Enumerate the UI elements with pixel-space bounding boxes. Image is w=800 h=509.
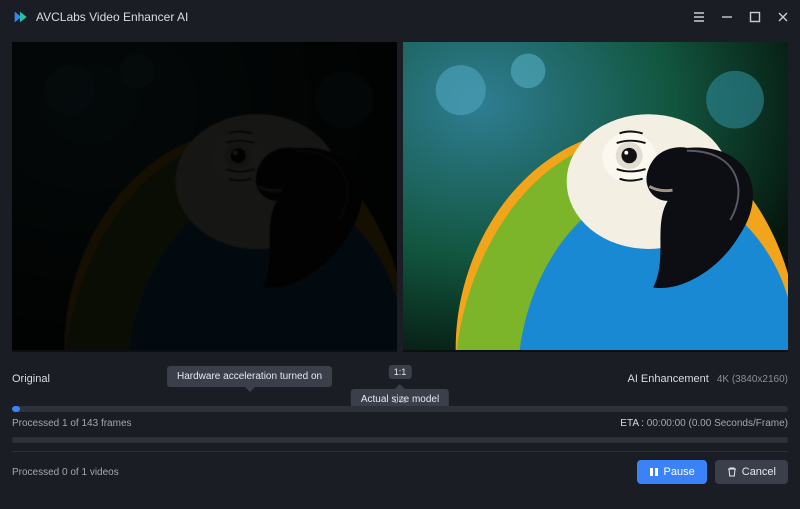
enhanced-image [403, 42, 788, 350]
cancel-button[interactable]: Cancel [715, 460, 788, 484]
maximize-icon[interactable] [748, 10, 762, 24]
frames-progress-bar [12, 406, 788, 412]
enhancement-label: AI Enhancement [627, 373, 708, 385]
hw-accel-tooltip: Hardware acceleration turned on [167, 366, 332, 387]
titlebar: AVCLabs Video Enhancer AI [0, 0, 800, 34]
ratio-badge[interactable]: 1:1 [389, 365, 412, 379]
close-icon[interactable] [776, 10, 790, 24]
action-buttons: Pause Cancel [637, 460, 788, 484]
videos-status: Processed 0 of 1 videos [12, 467, 119, 478]
preview-enhanced [403, 42, 788, 352]
eta: ETA : 00:00:00 (0.00 Seconds/Frame) [620, 418, 788, 429]
menu-icon[interactable] [692, 10, 706, 24]
original-label: Original [12, 373, 50, 385]
pause-button[interactable]: Pause [637, 460, 707, 484]
window-controls [692, 10, 790, 24]
preview-original [12, 42, 397, 352]
frames-status-row: Processed 1 of 143 frames ETA : 00:00:00… [12, 418, 788, 429]
labels-row: Original Hardware acceleration turned on… [12, 368, 788, 390]
preview-area [12, 42, 788, 352]
trash-icon [727, 467, 737, 477]
minimize-icon[interactable] [720, 10, 734, 24]
original-image [12, 42, 397, 350]
frames-status: Processed 1 of 143 frames [12, 418, 132, 429]
pause-label: Pause [664, 466, 695, 478]
bottom-row: Processed 0 of 1 videos Pause Cancel [12, 451, 788, 484]
output-resolution: 4K (3840x2160) [717, 374, 788, 385]
eta-label: ETA : [620, 418, 644, 429]
frames-progress-section: 0% [12, 404, 788, 412]
app-title: AVCLabs Video Enhancer AI [36, 10, 188, 24]
videos-progress-section [12, 437, 788, 443]
cancel-label: Cancel [742, 466, 776, 478]
frames-progress-fill [12, 406, 20, 412]
eta-value: 00:00:00 (0.00 Seconds/Frame) [647, 418, 788, 429]
videos-progress-bar [12, 437, 788, 443]
pause-icon [649, 467, 659, 477]
app-logo-icon [12, 9, 28, 25]
